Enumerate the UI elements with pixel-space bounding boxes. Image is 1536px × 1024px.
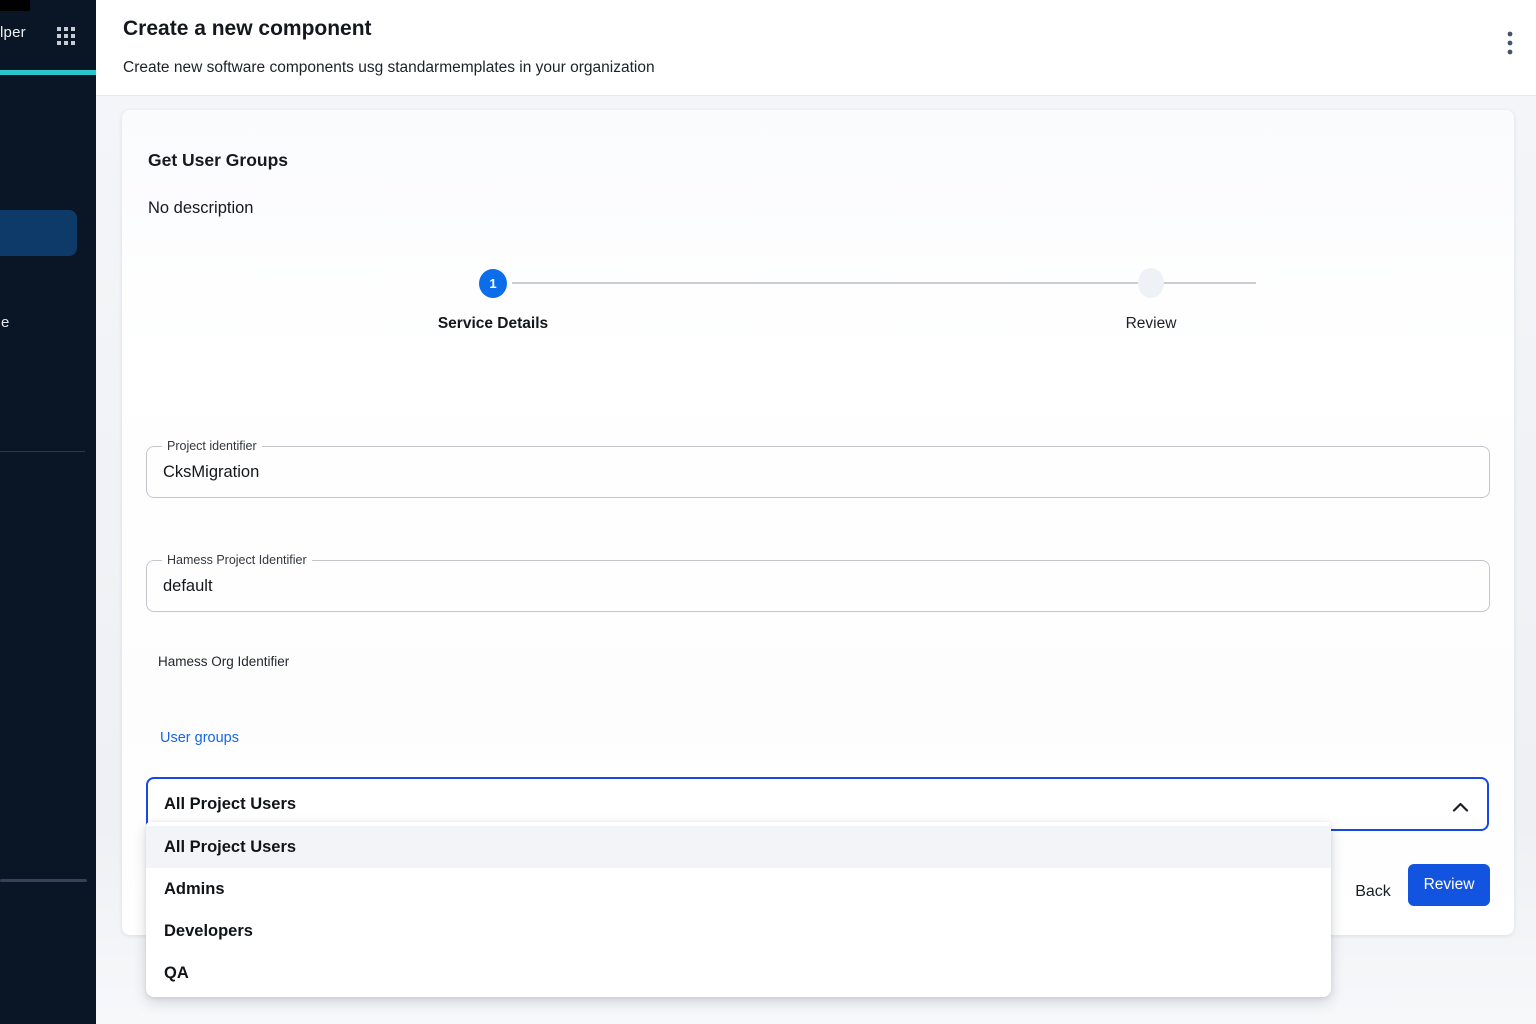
project-identifier-field: Project identifier [146, 439, 1490, 498]
stepper-step-2-label: Review [1051, 315, 1251, 333]
stepper-step-1-circle[interactable]: 1 [479, 269, 507, 298]
review-button[interactable]: Review [1408, 864, 1490, 906]
project-identifier-label: Project identifier [162, 439, 262, 453]
harness-project-identifier-field: Hamess Project Identifier [146, 553, 1490, 612]
template-description: No description [148, 199, 253, 218]
page-header: Create a new component Create new softwa… [96, 0, 1536, 96]
sidebar: lper e [0, 0, 96, 1024]
sidebar-item-label-fragment[interactable]: e [1, 314, 9, 331]
chevron-up-icon [1452, 799, 1469, 809]
brand-text-fragment: lper [0, 24, 26, 41]
harness-org-identifier-label: Hamess Org Identifier [158, 654, 289, 669]
sidebar-divider [0, 451, 85, 452]
stepper-step-1-label: Service Details [393, 315, 593, 333]
user-groups-selected-value: All Project Users [164, 795, 1452, 814]
stepper-step-2-circle[interactable] [1138, 268, 1164, 298]
page-subtitle: Create new software components usg stand… [123, 59, 655, 77]
user-groups-dropdown-menu: All Project Users Admins Developers QA [146, 822, 1331, 997]
sidebar-top-notch [0, 0, 30, 11]
page-title: Create a new component [123, 17, 372, 41]
template-title: Get User Groups [148, 150, 288, 171]
harness-project-identifier-input[interactable] [161, 567, 1475, 605]
dropdown-option-qa[interactable]: QA [146, 952, 1331, 994]
sidebar-accent-line [0, 70, 96, 75]
harness-project-identifier-label: Hamess Project Identifier [162, 553, 312, 567]
more-options-icon[interactable] [1506, 31, 1514, 55]
dropdown-option-developers[interactable]: Developers [146, 910, 1331, 952]
template-form-card: Get User Groups No description 1 Service… [122, 110, 1514, 935]
project-identifier-input[interactable] [161, 453, 1475, 491]
apps-grid-icon[interactable] [57, 27, 75, 45]
dropdown-option-admins[interactable]: Admins [146, 868, 1331, 910]
sidebar-active-item[interactable] [0, 210, 77, 256]
main-content: Get User Groups No description 1 Service… [96, 96, 1536, 1024]
back-button[interactable]: Back [1345, 875, 1401, 909]
user-groups-link[interactable]: User groups [160, 730, 239, 746]
dropdown-option-all-project-users[interactable]: All Project Users [146, 826, 1331, 868]
sidebar-divider [0, 879, 87, 882]
